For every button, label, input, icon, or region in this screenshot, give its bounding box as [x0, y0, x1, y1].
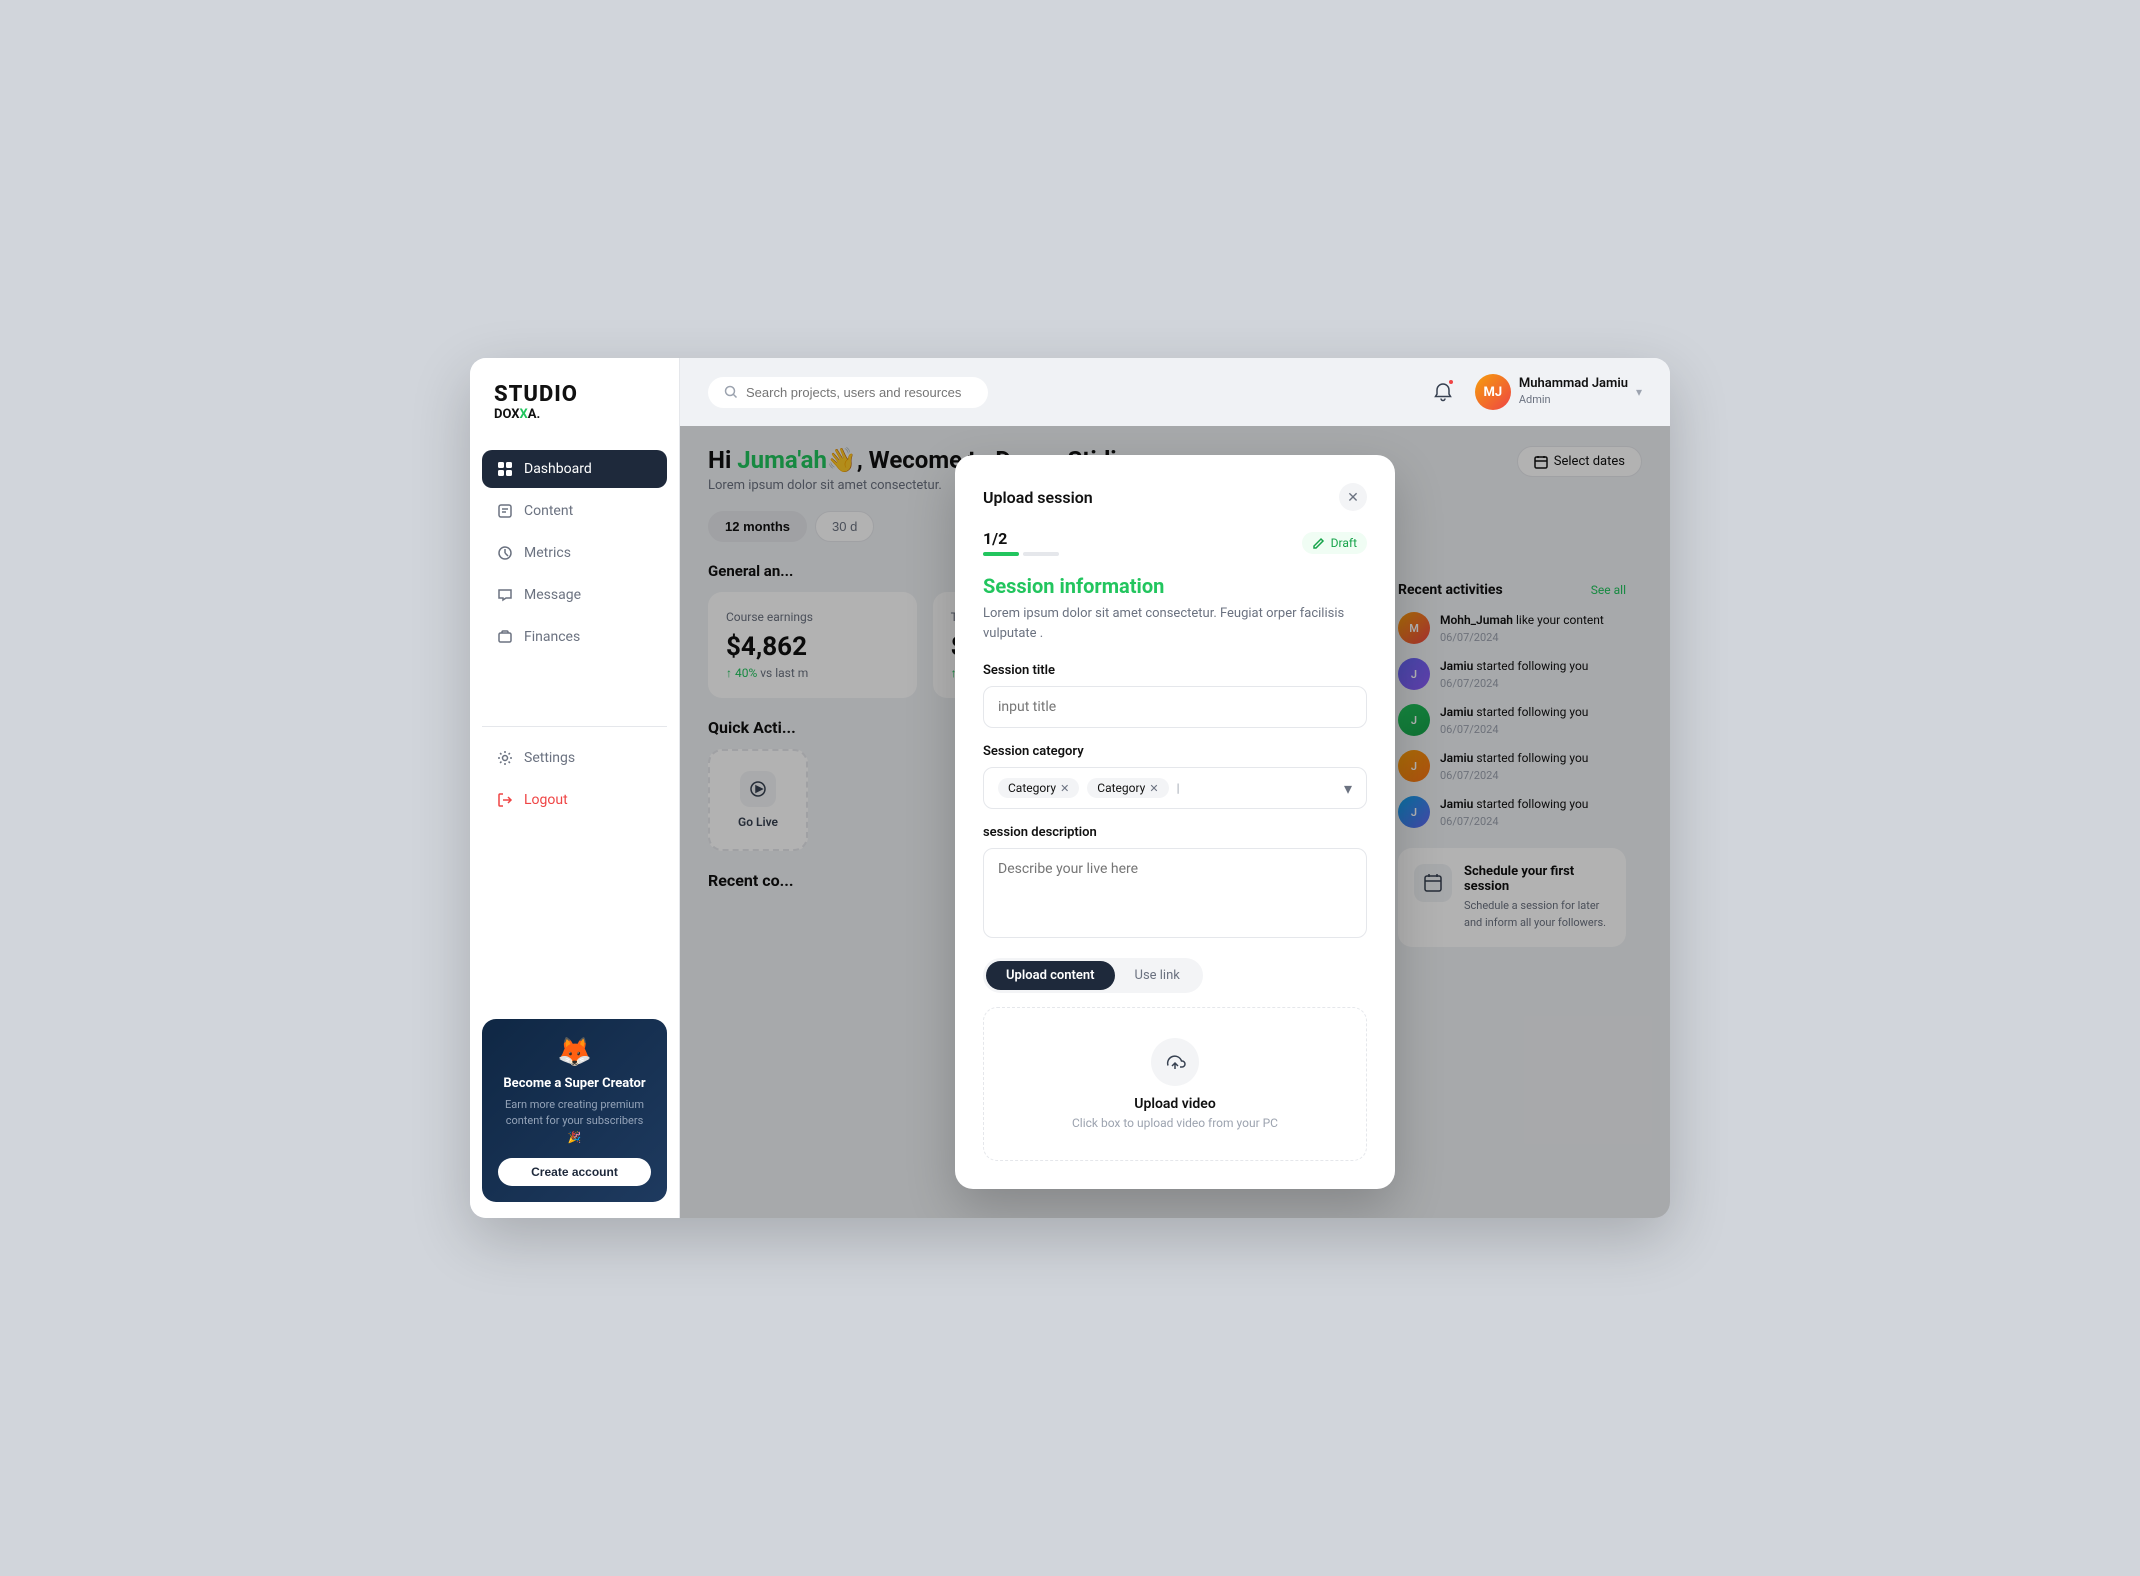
step-number: 1/2	[983, 529, 1059, 556]
session-info-title-colored: information	[1059, 574, 1164, 598]
category-tag-1-label: Category	[1008, 781, 1056, 795]
finances-icon	[496, 628, 514, 646]
logo-studio: STUDIO	[494, 382, 655, 407]
sidebar-item-content[interactable]: Content	[482, 492, 667, 530]
sidebar-item-logout-label: Logout	[524, 792, 568, 808]
session-title-input[interactable]	[983, 686, 1367, 728]
modal: Upload session ✕ 1/2	[955, 455, 1395, 1189]
super-creator-desc: Earn more creating premium content for y…	[498, 1097, 651, 1147]
sidebar-item-settings-label: Settings	[524, 750, 575, 766]
session-description-textarea[interactable]	[983, 848, 1367, 938]
modal-header: Upload session ✕	[983, 483, 1367, 511]
category-tag-1-remove[interactable]: ✕	[1060, 782, 1069, 795]
modal-close-button[interactable]: ✕	[1339, 483, 1367, 511]
chevron-down-icon: ▾	[1344, 779, 1352, 798]
upload-icon	[1164, 1051, 1186, 1073]
search-bar[interactable]	[708, 377, 988, 408]
category-tag-1[interactable]: Category ✕	[998, 778, 1079, 798]
notification-dot	[1447, 378, 1455, 386]
sidebar-item-dashboard-label: Dashboard	[524, 461, 592, 477]
sidebar-item-finances-label: Finances	[524, 629, 580, 645]
sidebar-item-metrics[interactable]: Metrics	[482, 534, 667, 572]
draft-label: Draft	[1331, 536, 1357, 550]
sidebar-item-content-label: Content	[524, 503, 573, 519]
user-name: Muhammad Jamiu	[1519, 376, 1628, 393]
category-cursor: |	[1177, 781, 1180, 795]
upload-area[interactable]: Upload video Click box to upload video f…	[983, 1007, 1367, 1161]
sidebar-item-message-label: Message	[524, 587, 581, 603]
modal-title: Upload session	[983, 488, 1093, 507]
sidebar-item-logout[interactable]: Logout	[482, 781, 667, 819]
message-icon	[496, 586, 514, 604]
search-icon	[724, 385, 738, 399]
dashboard-icon	[496, 460, 514, 478]
topbar-right: MJ Muhammad Jamiu Admin ▾	[1425, 374, 1642, 410]
category-tag-2[interactable]: Category ✕	[1087, 778, 1168, 798]
category-tag-2-remove[interactable]: ✕	[1149, 782, 1158, 795]
step-bar-1	[983, 552, 1019, 556]
nav-divider	[482, 726, 667, 727]
modal-steps: 1/2	[983, 529, 1367, 556]
upload-title: Upload video	[1014, 1096, 1336, 1112]
super-creator-card: 🦊 Become a Super Creator Earn more creat…	[482, 1019, 667, 1203]
user-info: Muhammad Jamiu Admin	[1519, 376, 1628, 407]
session-info-desc: Lorem ipsum dolor sit amet consectetur. …	[983, 604, 1367, 643]
create-account-button[interactable]: Create account	[498, 1158, 651, 1186]
session-info-title-plain: Session	[983, 574, 1054, 598]
sidebar-item-dashboard[interactable]: Dashboard	[482, 450, 667, 488]
category-tag-2-label: Category	[1097, 781, 1145, 795]
session-description-label: session description	[983, 825, 1367, 840]
logo-area: STUDIO DOXXA.	[470, 382, 679, 450]
search-input[interactable]	[746, 385, 972, 400]
session-category-label: Session category	[983, 744, 1367, 759]
upload-desc: Click box to upload video from your PC	[1014, 1116, 1336, 1130]
sidebar: STUDIO DOXXA. Dashboard	[470, 358, 680, 1218]
upload-tabs: Upload content Use link	[983, 958, 1203, 993]
logout-icon	[496, 791, 514, 809]
session-info-title: Session information	[983, 574, 1367, 598]
session-title-label: Session title	[983, 663, 1367, 678]
step-progress	[983, 552, 1059, 556]
settings-nav: Settings Logout	[470, 739, 679, 1003]
notification-button[interactable]	[1425, 374, 1461, 410]
upload-content-tab[interactable]: Upload content	[986, 961, 1115, 990]
use-link-tab[interactable]: Use link	[1115, 961, 1200, 990]
upload-icon-circle	[1151, 1038, 1199, 1086]
sidebar-item-settings[interactable]: Settings	[482, 739, 667, 777]
session-category-select[interactable]: Category ✕ Category ✕ | ▾	[983, 767, 1367, 809]
logo-doxxa: DOXXA.	[494, 407, 655, 422]
avatar: MJ	[1475, 374, 1511, 410]
sidebar-item-metrics-label: Metrics	[524, 545, 571, 561]
session-info-heading: Session information	[983, 574, 1367, 598]
modal-overlay[interactable]: Upload session ✕ 1/2	[680, 426, 1670, 1218]
content-icon	[496, 502, 514, 520]
super-creator-title: Become a Super Creator	[498, 1076, 651, 1091]
draft-badge: Draft	[1302, 532, 1367, 554]
nav-list: Dashboard Content	[470, 450, 679, 714]
chevron-down-icon: ▾	[1636, 385, 1642, 399]
user-role: Admin	[1519, 393, 1628, 407]
draft-icon	[1312, 536, 1326, 550]
super-creator-emoji: 🦊	[498, 1035, 651, 1068]
user-profile[interactable]: MJ Muhammad Jamiu Admin ▾	[1475, 374, 1642, 410]
sidebar-item-message[interactable]: Message	[482, 576, 667, 614]
metrics-icon	[496, 544, 514, 562]
step-text: 1/2	[983, 529, 1007, 548]
topbar: MJ Muhammad Jamiu Admin ▾	[680, 358, 1670, 426]
settings-icon	[496, 749, 514, 767]
step-indicator: 1/2	[983, 529, 1059, 556]
sidebar-item-finances[interactable]: Finances	[482, 618, 667, 656]
main-content: MJ Muhammad Jamiu Admin ▾ Hi Juma'ah👋, W…	[680, 358, 1670, 1218]
page-body: Hi Juma'ah👋, Wecome to Doxxa Stidio Lore…	[680, 426, 1670, 1218]
step-bar-2	[1023, 552, 1059, 556]
